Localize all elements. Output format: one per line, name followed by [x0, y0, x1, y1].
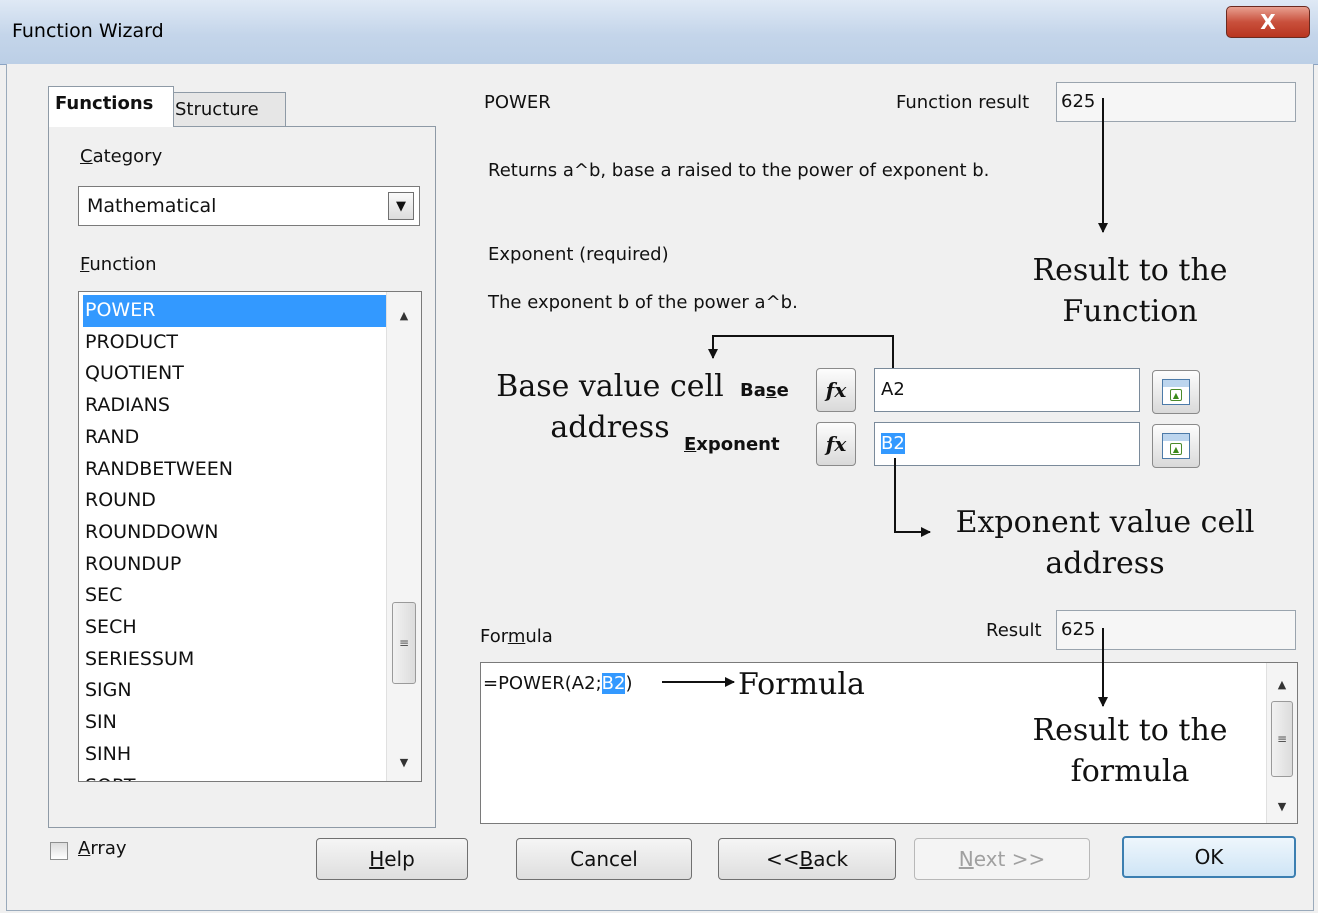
- annotation-base-cell: Base value cell address: [480, 366, 740, 448]
- annotation-line: formula: [1070, 754, 1190, 789]
- annotation-line: Base value cell: [496, 369, 724, 404]
- arrow-base-cell: [708, 335, 894, 368]
- annotation-line: Result to the: [1032, 713, 1228, 748]
- annotation-result-formula: Result to the formula: [1000, 710, 1260, 792]
- arrow-exponent-cell: [894, 458, 931, 537]
- annotation-exponent-cell: Exponent value cell address: [940, 502, 1270, 584]
- annotation-result-function: Result to the Function: [1000, 250, 1260, 332]
- annotation-line: address: [1045, 546, 1165, 581]
- annotation-line: Function: [1062, 294, 1198, 329]
- annotation-formula: Formula: [738, 667, 865, 702]
- tab-functions-label: Functions: [55, 93, 154, 114]
- annotation-line: Result to the: [1032, 253, 1228, 288]
- annotation-line: Exponent value cell: [955, 505, 1255, 540]
- tab-functions[interactable]: Functions: [48, 86, 174, 127]
- annotation-line: address: [550, 410, 670, 445]
